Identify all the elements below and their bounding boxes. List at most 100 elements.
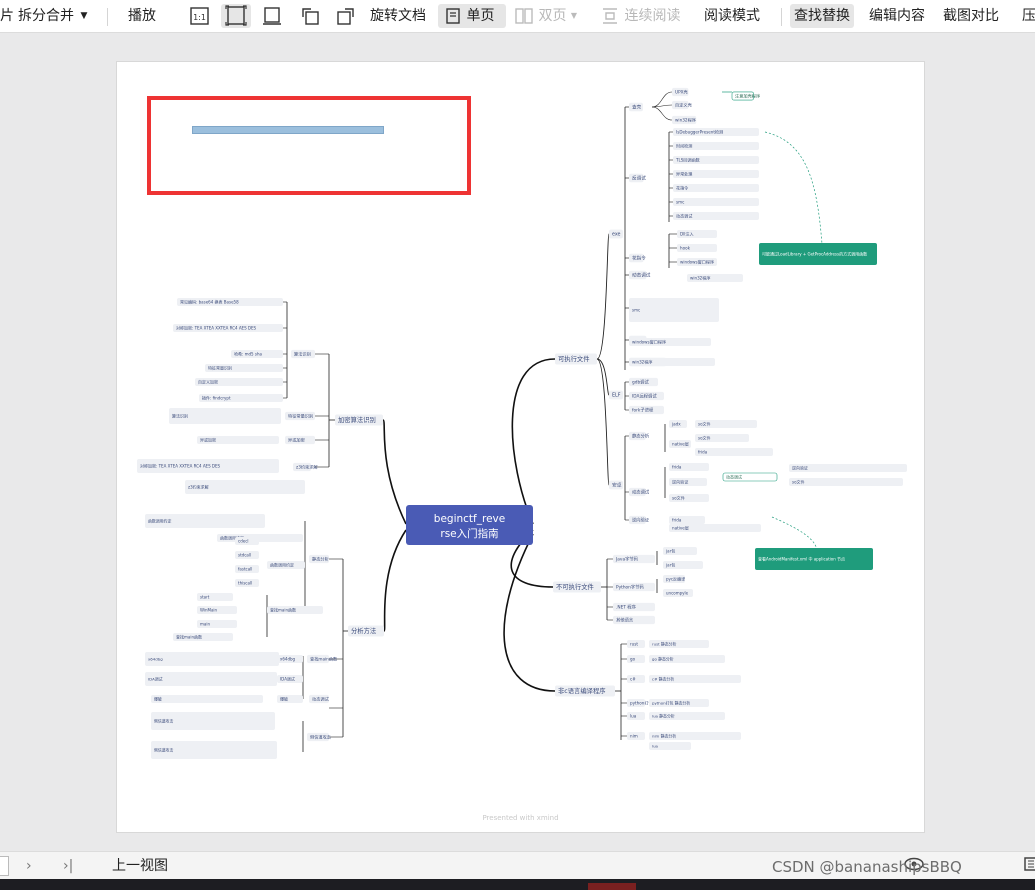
- mindmap-node: fork子进程: [629, 405, 664, 415]
- mindmap-node-label: frida: [672, 517, 682, 522]
- mindmap-node-label: 查找main函数: [310, 655, 338, 662]
- mindmap-node-label: so文件: [698, 434, 711, 440]
- mindmap-node-label: jadx: [671, 421, 681, 426]
- mindmap-node-label: 异或加密: [200, 436, 216, 442]
- mindmap-node-label: 逆向验证: [792, 464, 808, 470]
- mindmap-node-label: smc: [676, 199, 684, 204]
- mindmap-node: 函数调用约定: [267, 561, 305, 569]
- mindmap-node-label: 动态调试: [312, 695, 330, 702]
- edit-content-button[interactable]: 编辑内容: [869, 4, 925, 28]
- mindmap-node-label: so文件: [792, 478, 805, 484]
- cut-off-button[interactable]: 片: [0, 4, 14, 28]
- play-button[interactable]: 播放: [128, 4, 156, 28]
- read-mode-button[interactable]: 阅读模式: [704, 4, 760, 28]
- mindmap-node-label: 哈希: md5 sha: [234, 350, 262, 356]
- mindmap-node: 哈希: md5 sha: [231, 350, 283, 358]
- single-page-button[interactable]: 单页: [438, 4, 506, 28]
- mindmap-node: 对称加密: TEA XTEA XXTEA RC4 AES DES: [173, 324, 283, 332]
- mindmap-node-label: 对称加密: TEA XTEA XXTEA RC4 AES DES: [176, 324, 257, 330]
- mindmap-node-label: TLS回调函数: [675, 156, 700, 162]
- mindmap-node: 查找main函数: [267, 606, 323, 614]
- mindmap-node: x64dbg: [145, 652, 279, 666]
- mindmap-node: windows窗口程序: [677, 257, 717, 267]
- mindmap-node-label: 侧信道攻击: [154, 747, 174, 752]
- mindmap-node-label: 分析方法: [351, 626, 376, 635]
- mindmap-node-label: native层: [672, 440, 689, 446]
- mindmap-node-label: fork子进程: [632, 407, 654, 414]
- last-page-icon[interactable]: ›|: [63, 856, 73, 876]
- mindmap-node: python打包: [627, 698, 653, 708]
- rotate-right-button[interactable]: [335, 4, 357, 28]
- mindmap-node: 注意加壳程序: [731, 91, 760, 101]
- mindmap-node-label: 特征常量识别: [288, 412, 313, 419]
- mindmap-node-label: 不可执行文件: [556, 582, 594, 591]
- mindmap-node: 算法识别: [291, 349, 315, 359]
- mindmap-link: [383, 529, 407, 632]
- actual-size-button[interactable]: 1:1: [189, 4, 211, 28]
- rotate-document-button[interactable]: 旋转文档: [370, 4, 426, 28]
- mindmap-node: 时间检测: [673, 141, 759, 151]
- group-exe: exe: [609, 229, 623, 239]
- branch-crypto: 加密算法识别: [335, 414, 383, 426]
- continuous-read-button[interactable]: 连续阅读: [600, 4, 680, 28]
- previous-view-button[interactable]: 上一视图: [112, 856, 168, 876]
- rotate-left-button[interactable]: [299, 4, 321, 28]
- mindmap-node-label: pyc反编译: [666, 575, 685, 581]
- mindmap-node: win32程序: [629, 357, 715, 367]
- mindmap-node: Java字节码: [613, 554, 655, 564]
- red-highlight-box: [147, 96, 471, 195]
- mindmap-node-label: 自定义壳: [675, 101, 693, 108]
- screenshot-compare-button[interactable]: 截图对比: [943, 4, 999, 28]
- mindmap-node: uncompyle: [663, 589, 693, 597]
- mindmap-node: cdecl: [235, 537, 259, 545]
- mindmap-node-label: 侧信道攻击: [310, 733, 331, 740]
- mindmap-node-label: 异常处理: [676, 170, 692, 176]
- mindmap-node: 对称加密: TEA XTEA XXTEA RC4 AES DES: [137, 459, 279, 473]
- mindmap-node: so文件: [669, 493, 709, 503]
- mindmap-node-label: exe: [612, 233, 621, 238]
- mindmap-node: 爆破: [151, 695, 263, 703]
- mindmap-node-label: 动态调试: [676, 212, 692, 218]
- fit-page-button[interactable]: [221, 4, 251, 28]
- mindmap-node: frida: [695, 448, 773, 456]
- mindmap-node-label: 特征常量识别: [208, 364, 232, 370]
- mindmap-node-label: go 静态分析: [652, 656, 674, 661]
- find-replace-button[interactable]: 查找替换: [790, 4, 854, 28]
- mindmap-node-label: 查找main函数: [176, 633, 202, 639]
- fit-page-icon: [225, 5, 247, 26]
- double-page-button[interactable]: 双页 ▼: [514, 4, 577, 28]
- mindmap-node: gdb调试: [629, 377, 658, 387]
- mindmap-node: 动态调试: [722, 472, 778, 482]
- actual-size-icon-text: 1:1: [193, 13, 206, 22]
- mindmap-node-label: 插件: findcrypt: [202, 394, 231, 400]
- mindmap-node-label: Dll注入: [680, 230, 694, 236]
- mindmap-node: 自定义加密: [195, 378, 283, 386]
- mindmap-node-label: 算法识别: [294, 350, 311, 357]
- mindmap-node-label: thiscall: [238, 580, 252, 585]
- mindmap-node: WinMain: [197, 606, 237, 614]
- fit-width-button[interactable]: [261, 4, 283, 28]
- mindmap-node-label: 非c语言编译程序: [558, 686, 606, 695]
- sidebar-toggle-icon[interactable]: [1024, 856, 1035, 876]
- mindmap-node: smc: [629, 298, 719, 322]
- mindmap-node-label: uncompyle: [666, 590, 689, 595]
- mindmap-node-label: 安卓: [612, 482, 622, 489]
- mindmap-node-label: z3约束求解: [188, 483, 209, 489]
- mindmap-node-label: jar包: [665, 547, 675, 553]
- mindmap-node: lua: [627, 711, 645, 721]
- page-input-field[interactable]: [0, 856, 9, 876]
- mindmap-node: 函数调用约定: [217, 534, 303, 542]
- mindmap-node: go 静态分析: [649, 655, 725, 663]
- mindmap-node-label: UPX壳: [675, 88, 688, 95]
- csdn-watermark: CSDN @bananashipsBBQ: [772, 858, 962, 876]
- compress-button[interactable]: 压: [1022, 4, 1035, 28]
- mindmap-node-label: start: [200, 594, 210, 599]
- mindmap-node-label: x64dbg: [280, 656, 296, 661]
- mindmap-node: 侧信道攻击: [307, 732, 331, 742]
- split-merge-button[interactable]: 拆分合并 ▼: [18, 4, 87, 28]
- document-canvas[interactable]: beginctf_reve rse入门指南 可执行文件 不可执行文件 非c语言编译程序 加…: [0, 33, 1035, 851]
- mindmap-node: 侧信道攻击: [151, 741, 277, 759]
- rotate-right-icon: [337, 8, 354, 25]
- next-page-icon[interactable]: ›: [26, 856, 32, 876]
- mindmap-node: 查壳: [629, 102, 643, 112]
